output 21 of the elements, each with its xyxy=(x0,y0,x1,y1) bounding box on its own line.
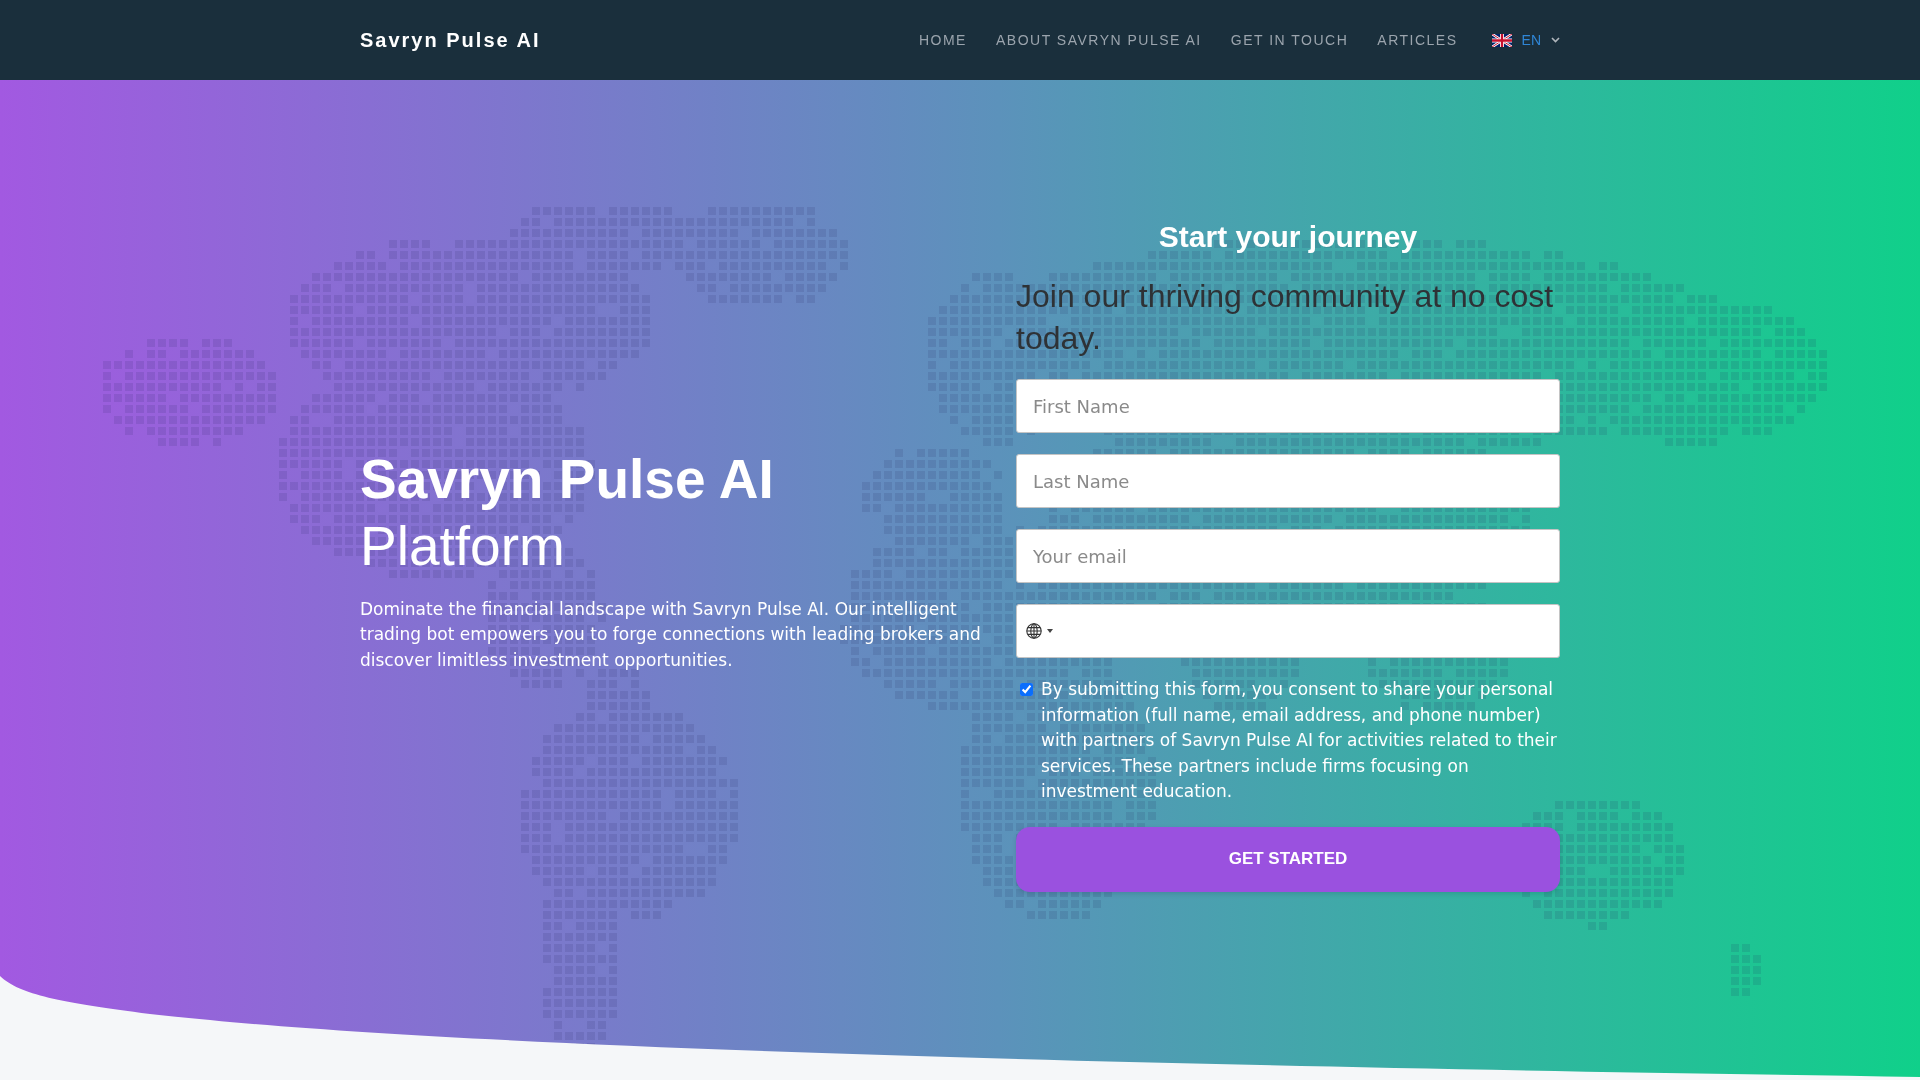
globe-icon xyxy=(1026,623,1042,639)
form-title: Start your journey xyxy=(1157,219,1419,255)
consent-text: By submitting this form, you consent to share your personal information (full name, email address, and phone number) with partners of Savryn Pulse AI for activities related to their services. These partners include firms focusing on investment education. xyxy=(1041,678,1558,803)
caret-down-icon xyxy=(1047,629,1053,633)
hero-description: Dominate the financial landscape with Savryn Pulse AI. Our intelligent trading bot empowers you to forge connections with leading brokers and discover limitless investment opportunities. xyxy=(360,597,982,672)
language-selector[interactable]: EN xyxy=(1491,32,1560,48)
submit-button[interactable]: GET STARTED xyxy=(1016,826,1560,892)
nav-link[interactable]: HOME xyxy=(918,32,967,48)
phone-field[interactable] xyxy=(1016,604,1560,658)
nav-link[interactable]: ARTICLES xyxy=(1377,32,1458,48)
form-subtitle: Join our thriving community at no cost today. xyxy=(1016,277,1555,358)
nav-link[interactable]: ABOUT SAVRYN PULSE AI xyxy=(995,32,1202,48)
nav-link[interactable]: GET IN TOUCH xyxy=(1230,32,1349,48)
input-field[interactable]: Your email xyxy=(1016,529,1560,583)
brand-name[interactable]: Savryn Pulse AI xyxy=(360,28,541,52)
consent-checkbox[interactable] xyxy=(1020,683,1033,696)
chevron-down-icon xyxy=(1551,37,1560,43)
input-field[interactable]: First Name xyxy=(1016,379,1560,433)
hero-title: Savryn Pulse AI Platform xyxy=(360,446,775,579)
input-field[interactable]: Last Name xyxy=(1016,454,1560,508)
uk-flag-icon xyxy=(1491,33,1512,47)
